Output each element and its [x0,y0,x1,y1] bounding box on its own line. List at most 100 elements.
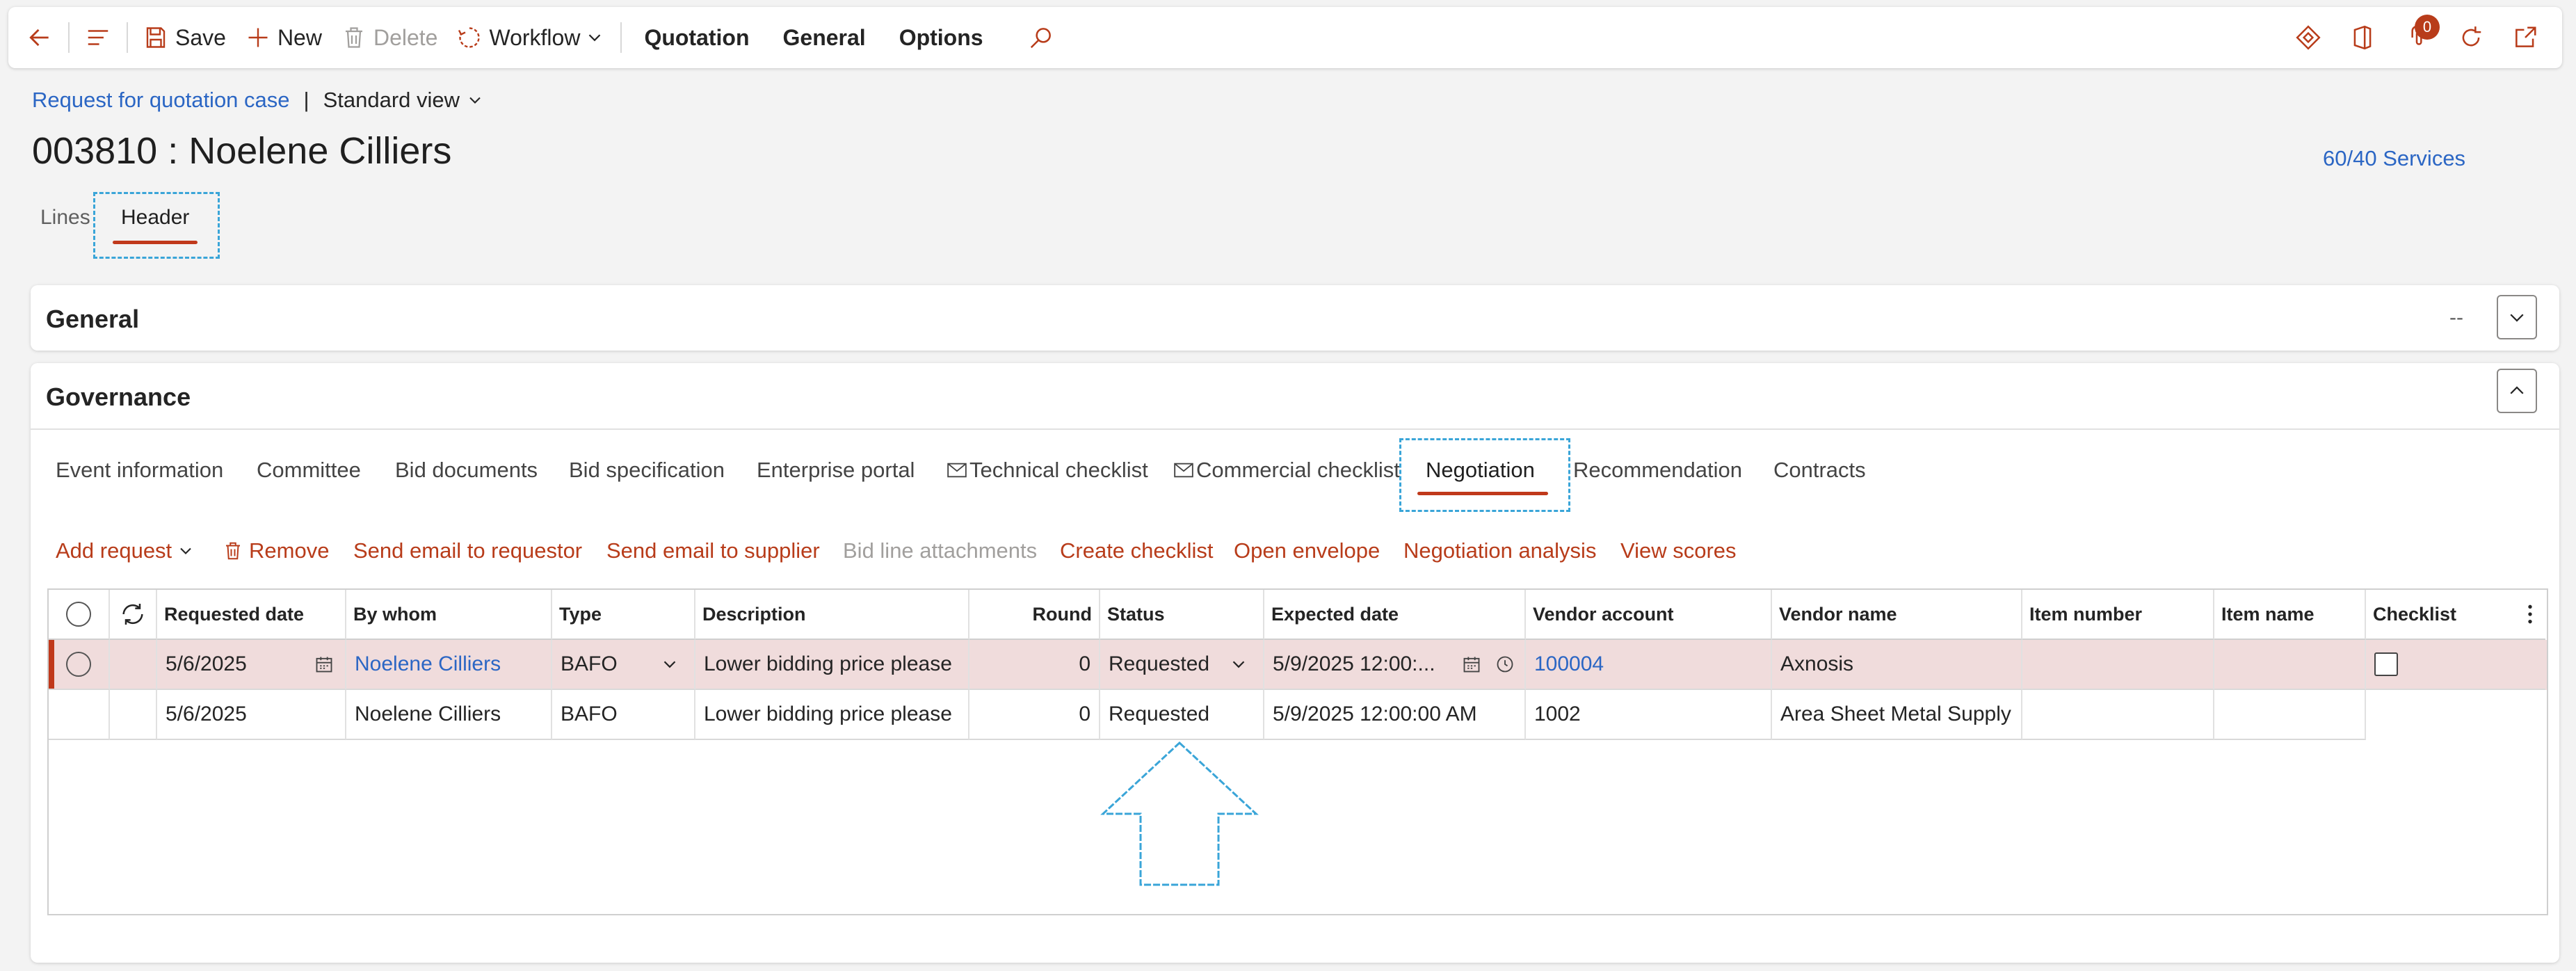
refresh-column-header[interactable] [110,590,157,640]
tab-recommendation[interactable]: Recommendation [1573,458,1742,483]
delete-button[interactable]: Delete [332,7,448,68]
add-request-button[interactable]: Add request [56,538,195,563]
vendor-name-cell[interactable]: Axnosis [1772,640,2022,690]
view-selector[interactable]: Standard view [323,88,485,113]
back-button[interactable] [8,7,63,68]
vendor-account-cell[interactable]: 1002 [1526,690,1772,740]
bid-line-attachments-button[interactable]: Bid line attachments [843,538,1037,563]
tab-event-information[interactable]: Event information [56,458,223,483]
column-vendor-account[interactable]: Vendor account [1526,590,1772,640]
item-name-cell[interactable] [2214,690,2366,740]
type-cell[interactable]: BAFO [552,690,695,740]
description-cell[interactable]: Lower bidding price please [695,690,969,740]
view-scores-button[interactable]: View scores [1620,538,1737,563]
row-select-cell[interactable] [49,690,110,740]
power-apps-button[interactable] [2295,24,2321,51]
by-whom-cell[interactable]: Noelene Cilliers [346,690,552,740]
workflow-button[interactable]: Workflow [447,7,615,68]
table-row[interactable]: 5/6/2025 Noelene Cilliers BAFO Lower bid… [49,690,2547,740]
tab-enterprise-portal[interactable]: Enterprise portal [757,458,915,483]
clock-icon[interactable] [1495,655,1515,674]
tab-quotation[interactable]: Quotation [627,7,766,68]
column-type[interactable]: Type [552,590,695,640]
tab-lines[interactable]: Lines [40,206,90,230]
row-select-cell[interactable] [49,640,110,690]
send-email-supplier-button[interactable]: Send email to supplier [606,538,820,563]
remove-label: Remove [249,538,330,563]
type-dropdown[interactable]: BAFO [552,640,695,690]
more-vertical-icon [2528,604,2532,624]
description-cell[interactable]: Lower bidding price please [695,640,969,690]
attachments-button[interactable]: 0 [2404,15,2440,51]
search-button[interactable] [1000,7,1064,68]
remove-button[interactable]: Remove [223,538,329,563]
send-email-requestor-button[interactable]: Send email to requestor [353,538,582,563]
status-cell[interactable]: Requested [1100,690,1264,740]
mail-icon [1174,463,1193,478]
column-item-number[interactable]: Item number [2022,590,2214,640]
select-all-column-header[interactable] [49,590,110,640]
calendar-icon[interactable] [314,655,334,674]
item-name-cell[interactable] [2214,640,2366,690]
by-whom-link[interactable]: Noelene Cilliers [355,652,501,676]
requested-date-cell[interactable]: 5/6/2025 [157,690,346,740]
requested-date-field[interactable]: 5/6/2025 [157,640,346,690]
office-button[interactable] [2349,24,2376,51]
tab-negotiation[interactable]: Negotiation [1426,458,1535,483]
item-number-cell[interactable] [2022,690,2214,740]
general-section-summary: -- [2449,306,2463,329]
vendor-name-cell[interactable]: Area Sheet Metal Supply [1772,690,2022,740]
save-button[interactable]: Save [134,7,236,68]
tab-general[interactable]: General [766,7,883,68]
breadcrumb: Request for quotation case | Standard vi… [32,88,485,113]
tab-technical-checklist[interactable]: Technical checklist [947,458,1148,483]
column-expected-date[interactable]: Expected date [1264,590,1526,640]
open-envelope-button[interactable]: Open envelope [1234,538,1380,563]
tab-options[interactable]: Options [883,7,1000,68]
column-by-whom[interactable]: By whom [346,590,552,640]
back-arrow-icon [29,29,49,47]
table-row[interactable]: 5/6/2025 Noelene Cilliers BAFO Lower bid… [49,640,2547,690]
office-icon [2353,25,2372,50]
tab-header[interactable]: Header [121,206,189,230]
breadcrumb-link[interactable]: Request for quotation case [32,88,290,113]
select-all-radio[interactable] [66,602,91,627]
column-options-button[interactable] [2515,590,2545,640]
column-checklist[interactable]: Checklist [2366,590,2515,640]
round-cell[interactable]: 0 [969,690,1100,740]
mail-icon [947,463,967,478]
column-round[interactable]: Round [969,590,1100,640]
item-number-cell[interactable] [2022,640,2214,690]
column-status[interactable]: Status [1100,590,1264,640]
collapse-governance-button[interactable] [2497,369,2537,413]
tab-bid-specification[interactable]: Bid specification [569,458,725,483]
row-select-radio[interactable] [66,652,91,677]
status-dropdown[interactable]: Requested [1100,640,1264,690]
tab-contracts[interactable]: Contracts [1773,458,1866,483]
tab-committee[interactable]: Committee [257,458,361,483]
calendar-icon[interactable] [1462,655,1481,674]
tab-bid-documents[interactable]: Bid documents [395,458,538,483]
expand-general-button[interactable] [2497,295,2537,339]
column-description[interactable]: Description [695,590,969,640]
tab-commercial-checklist[interactable]: Commercial checklist [1174,458,1400,483]
column-requested-date[interactable]: Requested date [157,590,346,640]
save-label: Save [175,24,226,50]
checklist-cell [2366,690,2545,740]
negotiation-analysis-button[interactable]: Negotiation analysis [1403,538,1596,563]
services-link[interactable]: 60/40 Services [2323,146,2465,171]
vendor-account-link[interactable]: 100004 [1534,652,1604,676]
column-item-name[interactable]: Item name [2214,590,2366,640]
refresh-button[interactable] [2458,24,2484,51]
checklist-checkbox[interactable] [2374,652,2398,676]
general-section-title[interactable]: General [46,305,139,334]
expected-date-cell[interactable]: 5/9/2025 12:00:00 AM [1264,690,1526,740]
open-new-window-button[interactable] [2512,24,2538,51]
governance-section-title[interactable]: Governance [46,383,191,412]
menu-button[interactable] [75,7,121,68]
expected-date-field[interactable]: 5/9/2025 12:00:... [1264,640,1526,690]
create-checklist-button[interactable]: Create checklist [1060,538,1214,563]
round-cell[interactable]: 0 [969,640,1100,690]
column-vendor-name[interactable]: Vendor name [1772,590,2022,640]
new-button[interactable]: New [236,7,332,68]
